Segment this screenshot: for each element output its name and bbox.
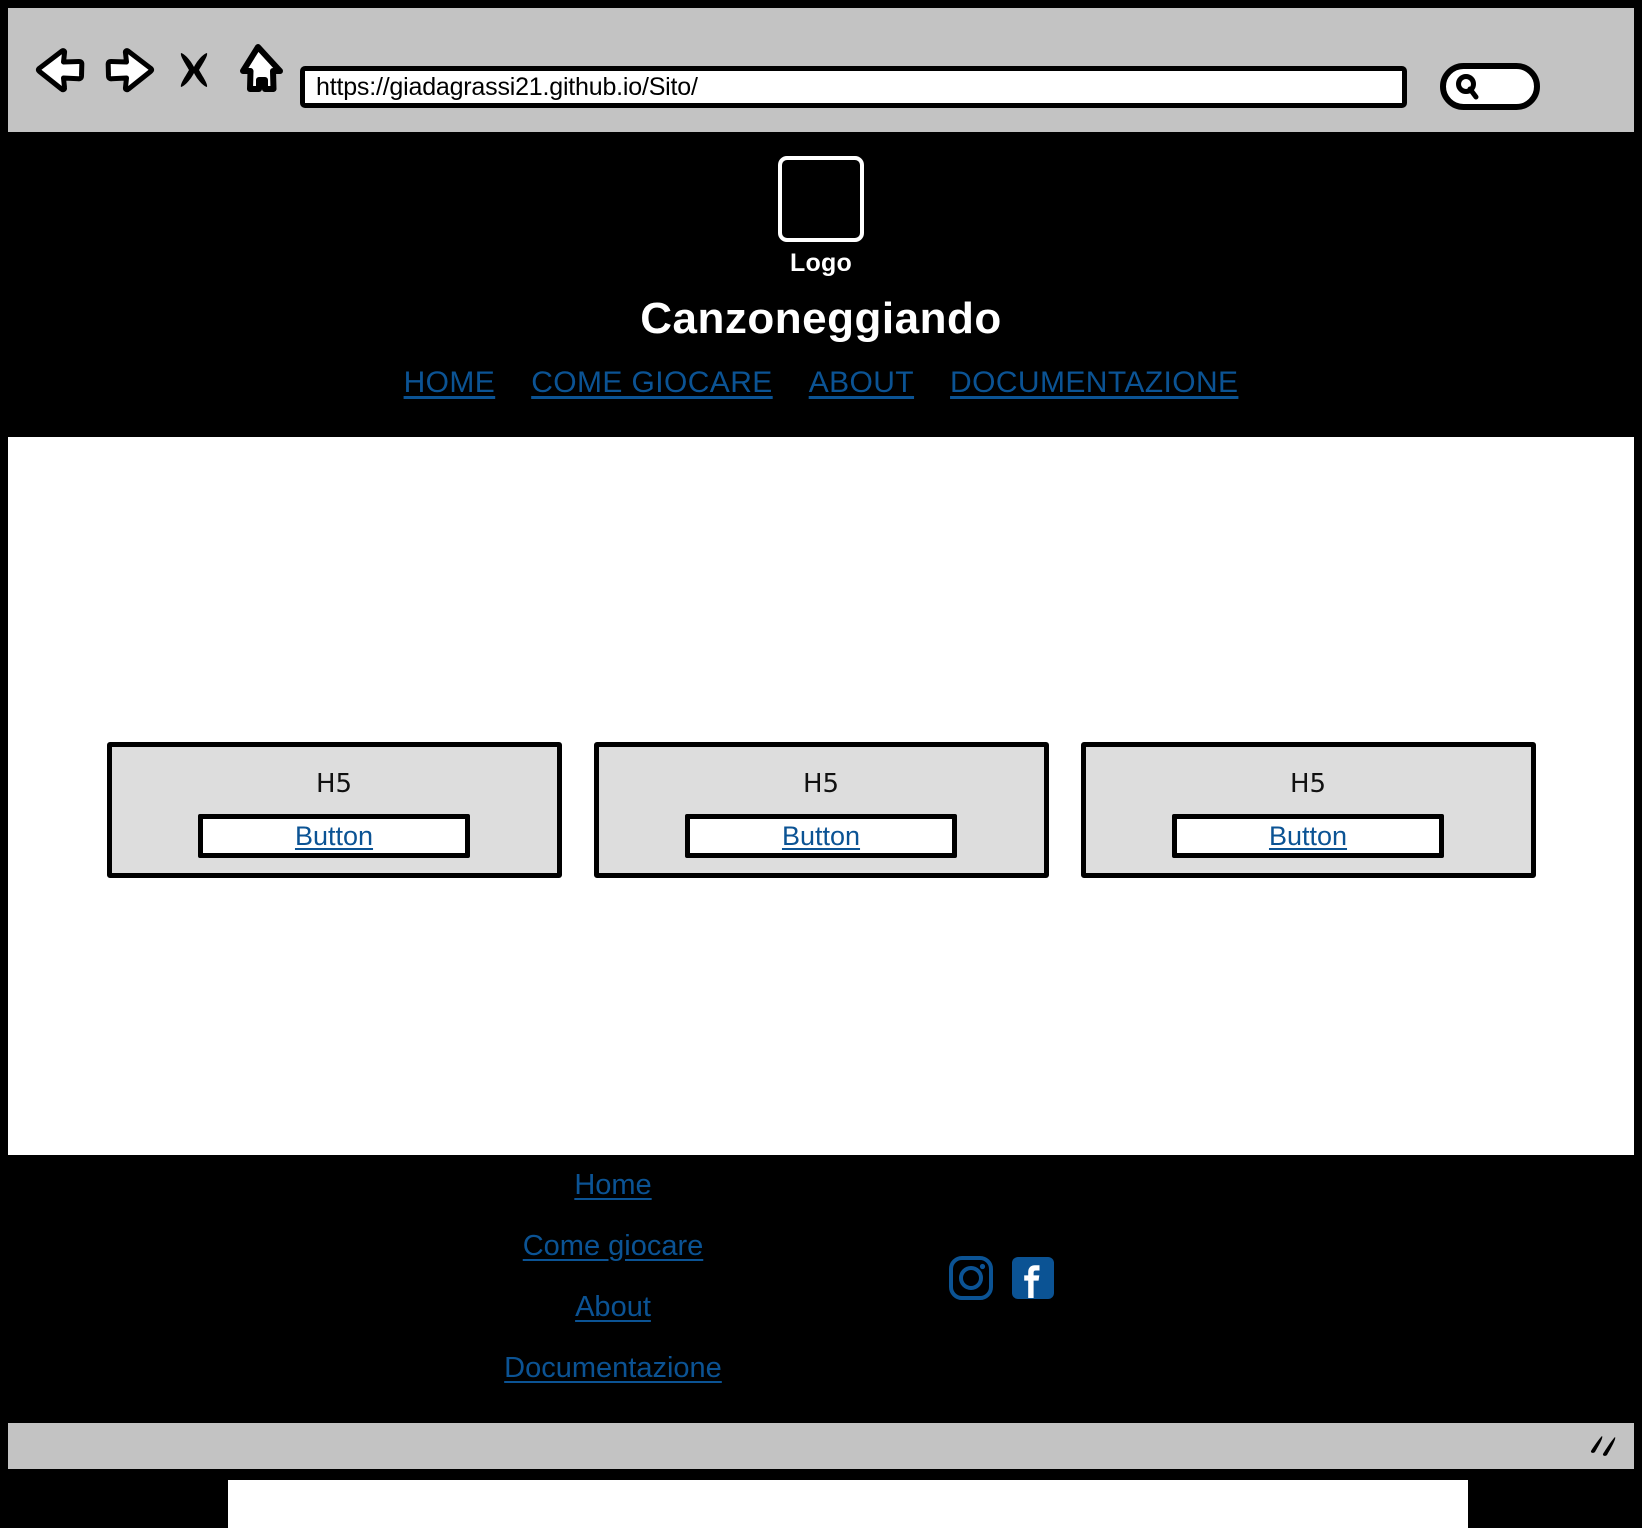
site-footer: Home Come giocare About Documentazione	[8, 1155, 1634, 1423]
logo-placeholder-icon	[778, 156, 864, 242]
nav-item-come-giocare[interactable]: COME GIOCARE	[531, 366, 773, 400]
card-heading: H5	[315, 769, 353, 799]
card-button[interactable]: Button	[198, 814, 470, 858]
card-heading: H5	[1289, 769, 1327, 799]
card-heading: H5	[802, 769, 840, 799]
logo-caption: Logo	[790, 249, 852, 277]
footer-link-home[interactable]: Home	[8, 1169, 1218, 1202]
card: H5 Button	[106, 742, 562, 878]
url-text[interactable]: https://giadagrassi21.github.io/Sito/	[316, 73, 698, 102]
card: H5 Button	[1080, 742, 1536, 878]
nav-item-home[interactable]: HOME	[404, 366, 496, 400]
window-notch	[318, 8, 322, 16]
close-x-icon[interactable]	[172, 41, 216, 99]
back-arrow-icon[interactable]	[32, 41, 88, 99]
nav-item-documentazione[interactable]: DOCUMENTAZIONE	[950, 366, 1238, 400]
search-input[interactable]	[1440, 63, 1540, 110]
main-content: H5 Button H5 Button H5 Button	[8, 437, 1634, 1155]
search-icon	[1451, 70, 1485, 104]
facebook-icon[interactable]	[1010, 1255, 1056, 1301]
logo-block: Logo	[8, 132, 1634, 278]
navigation-buttons	[32, 39, 286, 101]
nav-item-about[interactable]: ABOUT	[809, 366, 914, 400]
card-button-label: Button	[294, 820, 374, 851]
card: H5 Button	[593, 742, 1049, 878]
footer-link-documentazione[interactable]: Documentazione	[8, 1352, 1218, 1385]
resize-grip-icon[interactable]	[1584, 1429, 1624, 1463]
card-button[interactable]: Button	[685, 814, 957, 858]
card-row: H5 Button H5 Button H5 Button	[8, 742, 1634, 878]
instagram-icon[interactable]	[948, 1255, 994, 1301]
page-title: Canzoneggiando	[640, 294, 1002, 343]
browser-window: https://giadagrassi21.github.io/Sito/ Lo…	[0, 0, 1642, 1528]
main-navigation: HOME COME GIOCARE ABOUT DOCUMENTAZIONE	[8, 366, 1634, 400]
card-button[interactable]: Button	[1172, 814, 1444, 858]
card-button-label: Button	[1268, 820, 1348, 851]
browser-toolbar: https://giadagrassi21.github.io/Sito/	[8, 8, 1634, 132]
footer-social-links	[948, 1255, 1056, 1301]
window-tab-stub	[228, 1475, 1468, 1528]
status-bar	[8, 1423, 1634, 1469]
url-bar[interactable]: https://giadagrassi21.github.io/Sito/	[300, 66, 1407, 108]
forward-arrow-icon[interactable]	[102, 41, 158, 99]
card-button-label: Button	[781, 820, 861, 851]
site-header: Logo Canzoneggiando HOME COME GIOCARE AB…	[8, 132, 1634, 437]
home-icon[interactable]	[230, 39, 286, 101]
